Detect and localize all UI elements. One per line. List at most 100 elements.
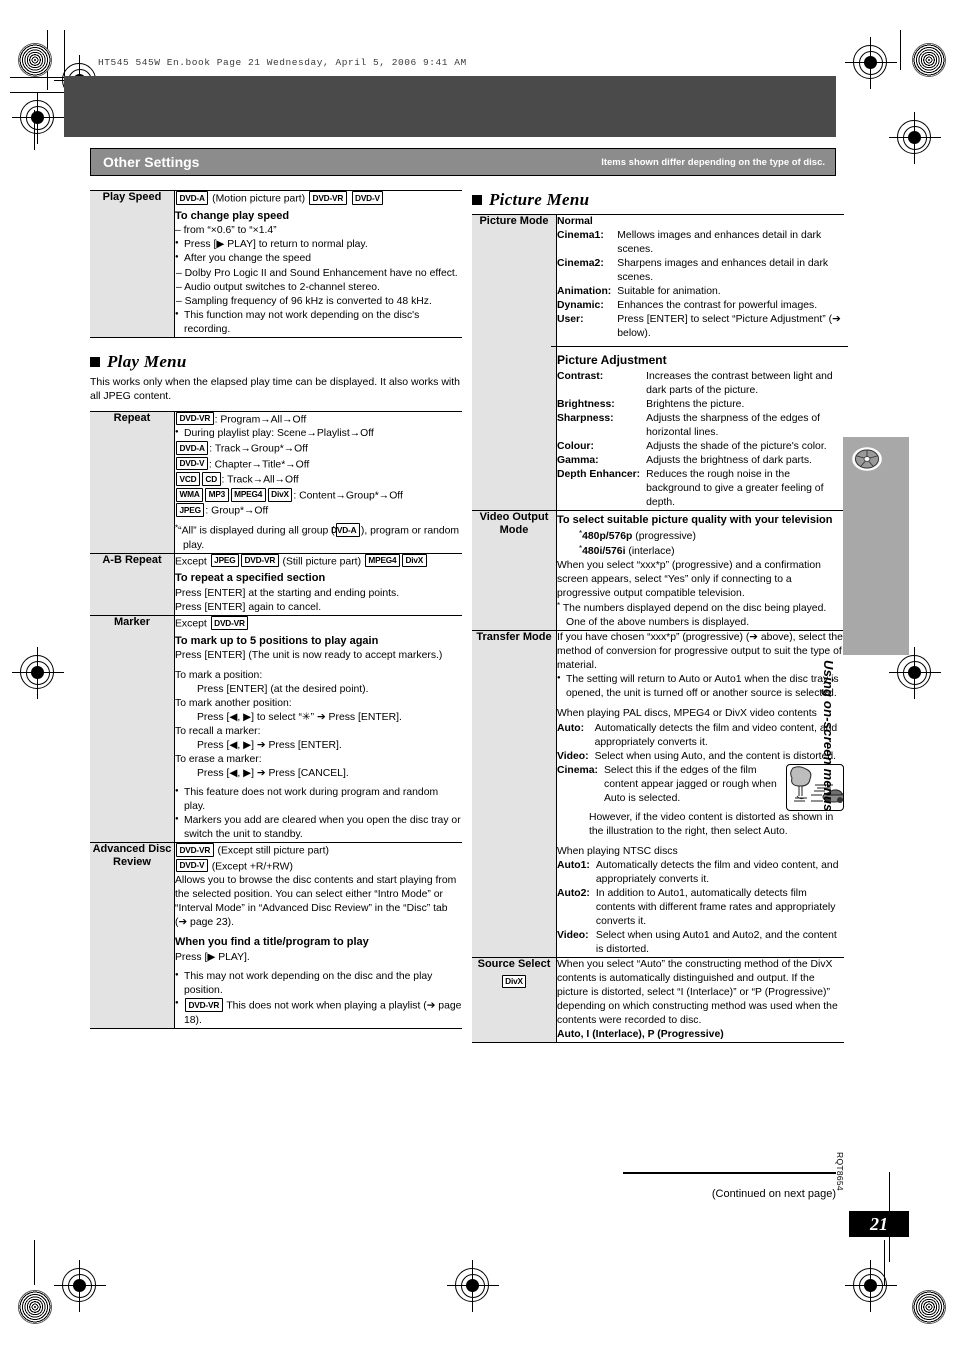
repeat-line: DVD-V: Chapter→Title*→Off — [175, 456, 462, 473]
mode-value: Enhances the contrast for powerful image… — [617, 300, 818, 312]
repeat-line: DVD-VR: Program→All→Off — [175, 411, 462, 428]
moire-target — [912, 1290, 946, 1324]
section-title-bar: Other Settings Items shown differ depend… — [90, 148, 836, 176]
repeat-line: JPEG: Group*→Off — [175, 503, 462, 519]
except-line: Except JPEG DVD-VR (Still picture part) M… — [175, 553, 462, 570]
mode-key: User: — [557, 314, 584, 326]
mode-key: Dynamic: — [557, 300, 604, 312]
body-paragraph: If you have chosen “xxx*p” (progressive)… — [557, 632, 843, 672]
continued-note: (Continued on next page) — [711, 1188, 836, 1200]
step-detail: Press [◀, ▶] ➔ Press [CANCEL]. — [197, 767, 349, 779]
badge-dvd-vr: DVD-VR — [176, 411, 214, 426]
body-bullet: Markers you add are cleared when you ope… — [175, 814, 462, 842]
subheading-picture-adjustment: Picture Adjustment — [557, 353, 667, 368]
pal-key: Cinema: — [557, 764, 598, 776]
adjust-key: Colour: — [557, 440, 594, 452]
row-body-marker: Except DVD-VR To mark up to 5 positions … — [174, 615, 462, 843]
list-item: Gamma: Adjusts the brightness of dark par… — [557, 454, 844, 468]
option-value: 480i/576i — [582, 545, 626, 557]
badge-jpeg: JPEG — [176, 503, 205, 518]
list-item: Cinema1: Mellows images and enhances deta… — [557, 229, 844, 257]
ntsc-key: Video: — [557, 930, 589, 942]
ntsc-value: Automatically detects the film and video… — [595, 859, 839, 885]
mode-key: Cinema1: — [557, 230, 604, 242]
page-title: Other Settings — [103, 154, 200, 170]
footnote: *“All” is displayed during all group (DV… — [175, 523, 462, 553]
option-note: (progressive) — [635, 530, 696, 542]
table-row: Source Select DivX When you select “Auto… — [472, 957, 844, 1043]
bullet-text: This does not work when playing a playli… — [184, 1000, 462, 1026]
adjust-key: Sharpness: — [557, 412, 614, 424]
mode-key: Cinema2: — [557, 258, 604, 270]
play-menu-table: Repeat DVD-VR: Program→All→Off During pl… — [90, 410, 462, 1029]
ntsc-key: Auto2: — [557, 887, 590, 899]
line-text: : Program→All→Off — [214, 414, 307, 426]
list-item: Auto2: In addition to Auto1, automaticall… — [557, 887, 844, 929]
list-item: Brightness: Brightens the picture. — [557, 398, 844, 412]
play-speed-table: Play Speed DVD-A (Motion picture part) D… — [90, 190, 462, 338]
body-bullet: This feature does not work during progra… — [175, 786, 462, 814]
badge-dvd-vr: DVD-VR — [309, 191, 347, 205]
table-row: Video Output Mode To select suitable pic… — [472, 510, 844, 631]
table-row: Play Speed DVD-A (Motion picture part) D… — [90, 190, 462, 338]
list-item: Depth Enhancer: Reduces the rough noise i… — [557, 468, 844, 510]
body-bullet: This function may not work depending on … — [175, 309, 462, 337]
registration-mark — [889, 647, 941, 699]
crop-mark — [10, 92, 65, 93]
options-line: Auto, I (Interlace), P (Progressive) — [557, 1029, 724, 1041]
body-bullet: This may not work depending on the disc … — [175, 970, 462, 998]
step-title: To erase a marker: — [175, 753, 262, 765]
body-line: – from “×0.6” to “×1.4” — [175, 225, 277, 237]
cinema-extra-text: However, if the video content is distort… — [589, 811, 834, 837]
except-prefix: Except — [175, 556, 207, 568]
body-paragraph: Allows you to browse the disc contents a… — [175, 875, 457, 929]
badge-dvd-a: DVD-A — [176, 191, 209, 205]
repeat-line: During playlist play: Scene→Playlist→Off — [175, 427, 462, 441]
body-line: Press [▶ PLAY]. — [175, 952, 250, 964]
list-item: Video: Select when using Auto1 and Auto2,… — [557, 929, 844, 957]
footnote-pre: “All” is displayed during all group ( — [178, 525, 335, 537]
body-paragraph: When you select “Auto” the constructing … — [557, 959, 838, 1027]
line-text: : Group*→Off — [205, 505, 269, 517]
list-item: Cinema: Select this if the edges of the f… — [557, 764, 780, 806]
list-item: Cinema2: Sharpens images and enhances det… — [557, 257, 844, 285]
subheading: To select suitable picture quality with … — [557, 514, 833, 527]
repeat-line: DVD-A: Track→Group*→Off — [175, 441, 462, 457]
crop-mark — [34, 1240, 35, 1285]
badge-vcd: VCD — [176, 472, 200, 486]
mode-value: Sharpens images and enhances detail in d… — [617, 258, 829, 284]
top-bleed-bar — [64, 76, 836, 137]
body-line: Press [ENTER] again to cancel. — [175, 602, 322, 614]
adjust-value: Adjusts the sharpness of the edges of ho… — [646, 412, 821, 438]
badge-line-text: (Except still picture part) — [217, 845, 329, 857]
adjust-value: Brightens the picture. — [646, 398, 745, 410]
ntsc-value: In addition to Auto1, automatically dete… — [595, 887, 836, 927]
badge-line: DVD-VR (Except still picture part) — [175, 843, 462, 859]
list-item: Colour: Adjusts the shade of the picture'… — [557, 440, 844, 454]
list-item: Contrast: Increases the contrast between … — [557, 370, 844, 398]
ntsc-list: Auto1: Automatically detects the film and… — [557, 859, 844, 957]
title-bar-note: Items shown differ depending on the type… — [601, 156, 825, 168]
square-bullet-icon — [472, 195, 482, 205]
adjust-value: Reduces the rough noise in the backgroun… — [646, 468, 824, 509]
step-detail: Press [ENTER] (at the desired point). — [197, 683, 369, 695]
subheading: To mark up to 5 positions to play again — [175, 634, 379, 647]
body-bullet-with-badge: DVD-VR This does not work when playing a… — [175, 998, 462, 1028]
badge-dvd-v: DVD-V — [176, 858, 208, 873]
badge-divx: DivX — [267, 487, 293, 502]
adjust-key: Contrast: — [557, 370, 604, 382]
body-bullet: The setting will return to Auto or Auto1… — [557, 673, 844, 701]
badge-wma: WMA — [176, 487, 204, 502]
step-title: To mark a position: — [175, 669, 263, 681]
section-heading-picture-menu: Picture Menu — [472, 190, 844, 210]
registration-mark — [12, 92, 64, 144]
mode-value: Mellows images and enhances detail in da… — [617, 230, 822, 256]
badge-cd: CD — [201, 472, 221, 486]
pal-key: Auto: — [557, 722, 585, 734]
section-heading-label: Picture Menu — [489, 190, 590, 209]
section-heading-play-menu: Play Menu — [90, 352, 462, 372]
mode-key: Animation: — [557, 286, 612, 298]
line-text: : Track→Group*→Off — [209, 443, 308, 455]
badge-dvd-vr: DVD-VR — [241, 553, 279, 568]
file-header: HT545 545W En.book Page 21 Wednesday, Ap… — [98, 57, 467, 68]
